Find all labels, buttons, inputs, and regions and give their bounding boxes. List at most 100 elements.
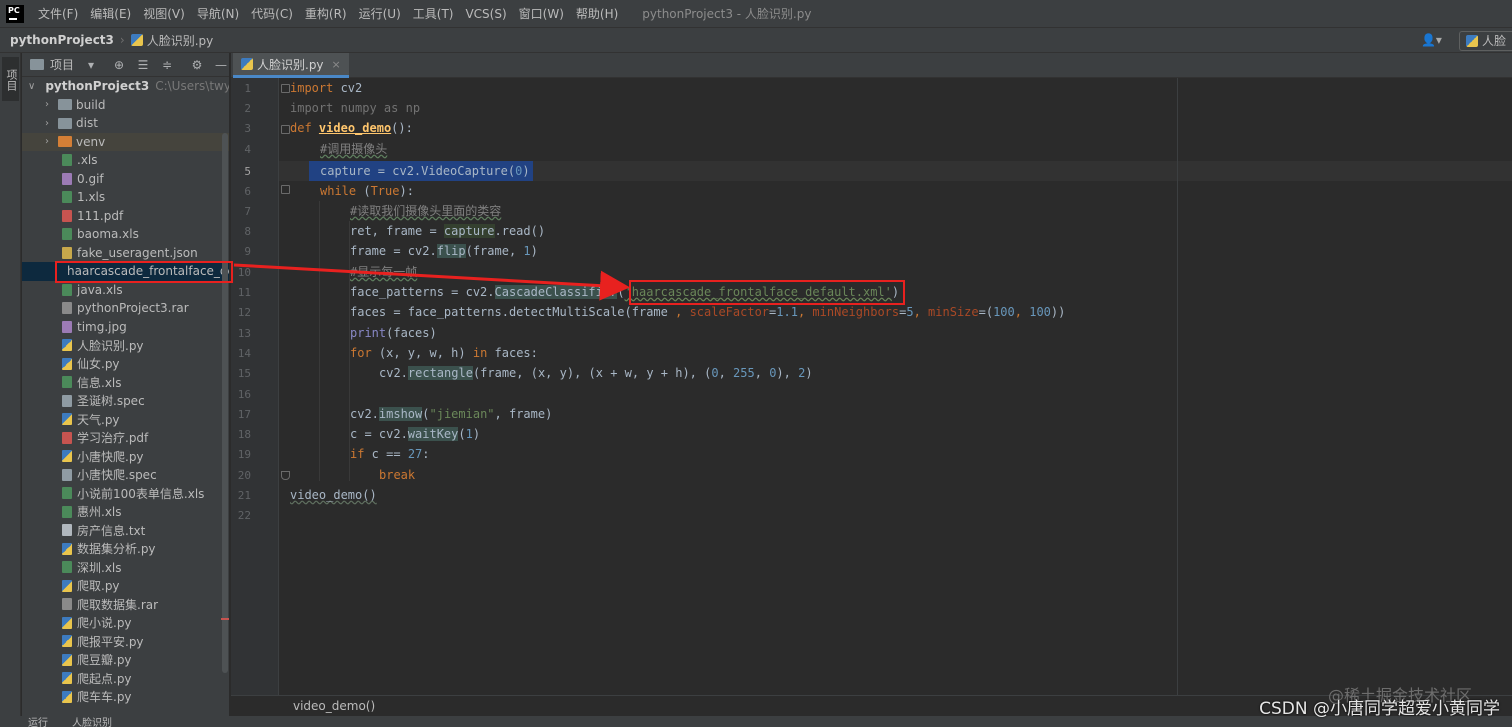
tree-root[interactable]: ∨ pythonProject3 C:\Users\twy\P bbox=[22, 77, 229, 96]
breadcrumb-function[interactable]: video_demo() bbox=[293, 699, 375, 713]
run-tool-window-button[interactable]: 运行 bbox=[28, 717, 48, 727]
tree-file-item[interactable]: 1.xls bbox=[22, 188, 229, 207]
fold-icon[interactable] bbox=[281, 125, 290, 134]
tree-file-item[interactable]: 天气.py bbox=[22, 410, 229, 429]
code-editor[interactable]: 1 2 3 4 5 6 7 8 9 10 11 12 13 14 15 16 17 18 19 20 21 22 impo… bbox=[231, 78, 1512, 695]
menu-navigate[interactable]: 导航(N) bbox=[191, 0, 245, 28]
code-token: def bbox=[290, 121, 312, 135]
tree-file-item[interactable]: 爬报平安.py bbox=[22, 632, 229, 651]
tree-file-item[interactable]: baoma.xls bbox=[22, 225, 229, 244]
tree-file-item[interactable]: 111.pdf bbox=[22, 207, 229, 226]
gear-icon[interactable]: ⚙ bbox=[190, 58, 204, 72]
fold-end-icon[interactable] bbox=[281, 471, 290, 480]
minimize-icon[interactable]: — bbox=[214, 58, 228, 72]
tab-renlian-shibie[interactable]: 人脸识别.py × bbox=[233, 53, 349, 78]
tree-file-item[interactable]: 数据集分析.py bbox=[22, 540, 229, 559]
tree-file-item[interactable]: fake_useragent.json bbox=[22, 244, 229, 263]
tree-file-item[interactable]: 爬小说.py bbox=[22, 614, 229, 633]
menu-edit[interactable]: 编辑(E) bbox=[84, 0, 137, 28]
code-line-1[interactable]: import cv2 bbox=[290, 78, 362, 98]
line-number: 2 bbox=[244, 102, 251, 115]
menu-run[interactable]: 运行(U) bbox=[353, 0, 407, 28]
tree-file-item[interactable]: 房产信息.txt bbox=[22, 521, 229, 540]
code-token: 0 bbox=[711, 366, 719, 380]
code-line-7[interactable]: #读取我们摄像头里面的类容 bbox=[350, 201, 501, 221]
code-token: if bbox=[350, 447, 365, 461]
code-line-17[interactable]: cv2.imshow("jiemian", frame) bbox=[350, 404, 552, 424]
breadcrumb-file[interactable]: 人脸识别.py bbox=[147, 32, 214, 49]
code-line-21[interactable]: video_demo() bbox=[290, 485, 377, 505]
code-line-20[interactable]: break bbox=[379, 465, 415, 485]
menu-code[interactable]: 代码(C) bbox=[245, 0, 299, 28]
chevron-right-icon[interactable]: › bbox=[42, 136, 52, 147]
chevron-right-icon[interactable]: › bbox=[42, 118, 52, 129]
code-line-9[interactable]: frame = cv2.flip(frame, 1) bbox=[350, 241, 538, 261]
project-tool-window-button[interactable]: 项目 bbox=[2, 57, 19, 101]
code-line-13[interactable]: print(faces) bbox=[350, 323, 437, 343]
tree-file-item[interactable]: 爬取.py bbox=[22, 577, 229, 596]
fold-icon[interactable] bbox=[281, 185, 290, 194]
tree-file-item[interactable]: 人脸识别.py bbox=[22, 336, 229, 355]
chevron-down-icon[interactable]: ▾ bbox=[84, 58, 98, 72]
code-line-15[interactable]: cv2.rectangle(frame, (x, y), (x + w, y +… bbox=[379, 363, 813, 383]
user-icon[interactable]: 👤▾ bbox=[1421, 33, 1445, 49]
tree-item-label: 小说前100表单信息.xls bbox=[77, 486, 205, 501]
run-config-tab[interactable]: 人脸识别 bbox=[72, 717, 112, 727]
code-line-18[interactable]: c = cv2.waitKey(1) bbox=[350, 424, 480, 444]
tree-file-item[interactable]: pythonProject3.rar bbox=[22, 299, 229, 318]
code-token: (x, y, w, h) bbox=[371, 346, 473, 360]
menu-help[interactable]: 帮助(H) bbox=[570, 0, 624, 28]
code-line-8[interactable]: ret, frame = capture.read() bbox=[350, 221, 545, 241]
tree-file-item[interactable]: 圣诞树.spec bbox=[22, 392, 229, 411]
code-token: faces = face_patterns.detectMultiScale(f… bbox=[350, 305, 676, 319]
project-view-selector[interactable]: 项目 bbox=[50, 56, 74, 73]
menu-tools[interactable]: 工具(T) bbox=[407, 0, 460, 28]
tree-file-item[interactable]: 仙女.py bbox=[22, 355, 229, 374]
menu-file[interactable]: 文件(F) bbox=[32, 0, 84, 28]
tree-file-item[interactable]: 爬取数据集.rar bbox=[22, 595, 229, 614]
code-line-3[interactable]: def video_demo(): bbox=[290, 118, 413, 138]
target-icon[interactable]: ⊕ bbox=[112, 58, 126, 72]
code-line-10[interactable]: #显示每一帧 bbox=[350, 262, 417, 282]
tree-file-item[interactable]: 惠州.xls bbox=[22, 503, 229, 522]
tree-file-item[interactable]: 信息.xls bbox=[22, 373, 229, 392]
breadcrumb-project[interactable]: pythonProject3 bbox=[0, 33, 114, 47]
project-scrollbar[interactable] bbox=[222, 133, 228, 673]
tree-file-item[interactable]: 爬车车.py bbox=[22, 688, 229, 707]
menu-refactor[interactable]: 重构(R) bbox=[299, 0, 353, 28]
tree-file-item[interactable]: 深圳.xls bbox=[22, 558, 229, 577]
tree-file-item[interactable]: 小唐快爬.py bbox=[22, 447, 229, 466]
code-line-2[interactable]: import numpy as np bbox=[290, 98, 420, 118]
menu-window[interactable]: 窗口(W) bbox=[513, 0, 570, 28]
tree-file-item[interactable]: 小唐快爬.spec bbox=[22, 466, 229, 485]
code-token: capture = cv2.VideoCapture( bbox=[320, 164, 516, 178]
chevron-down-icon[interactable]: ∨ bbox=[28, 81, 35, 92]
run-configuration-selector[interactable]: 人脸 bbox=[1458, 30, 1512, 51]
tree-folder-venv[interactable]: › venv bbox=[22, 132, 229, 151]
tree-file-item[interactable]: 0.gif bbox=[22, 170, 229, 189]
code-line-19[interactable]: if c == 27: bbox=[350, 444, 430, 464]
tree-folder-dist[interactable]: › dist bbox=[22, 114, 229, 133]
code-line-5[interactable]: capture = cv2.VideoCapture(0) bbox=[320, 161, 530, 181]
menu-vcs[interactable]: VCS(S) bbox=[459, 0, 512, 28]
tree-folder-build[interactable]: › build bbox=[22, 96, 229, 115]
chevron-right-icon[interactable]: › bbox=[42, 99, 52, 110]
tree-item-label: java.xls bbox=[77, 282, 123, 297]
tree-file-item[interactable]: timg.jpg bbox=[22, 318, 229, 337]
code-line-14[interactable]: for (x, y, w, h) in faces: bbox=[350, 343, 538, 363]
tree-file-item[interactable]: java.xls bbox=[22, 281, 229, 300]
py-file-icon bbox=[62, 672, 72, 685]
collapse-all-icon[interactable]: ≑ bbox=[160, 58, 174, 72]
close-icon[interactable]: × bbox=[332, 58, 341, 71]
code-line-12[interactable]: faces = face_patterns.detectMultiScale(f… bbox=[350, 302, 1065, 322]
code-line-6[interactable]: while (True): bbox=[320, 181, 414, 201]
tree-file-item[interactable]: 爬豆瓣.py bbox=[22, 651, 229, 670]
fold-icon[interactable] bbox=[281, 84, 290, 93]
code-line-4[interactable]: #调用摄像头 bbox=[320, 139, 387, 159]
tree-file-item[interactable]: 学习治疗.pdf bbox=[22, 429, 229, 448]
tree-file-item[interactable]: .xls bbox=[22, 151, 229, 170]
tree-file-item[interactable]: 小说前100表单信息.xls bbox=[22, 484, 229, 503]
tree-file-item[interactable]: 爬起点.py bbox=[22, 669, 229, 688]
menu-view[interactable]: 视图(V) bbox=[137, 0, 191, 28]
expand-all-icon[interactable]: ☰ bbox=[136, 58, 150, 72]
